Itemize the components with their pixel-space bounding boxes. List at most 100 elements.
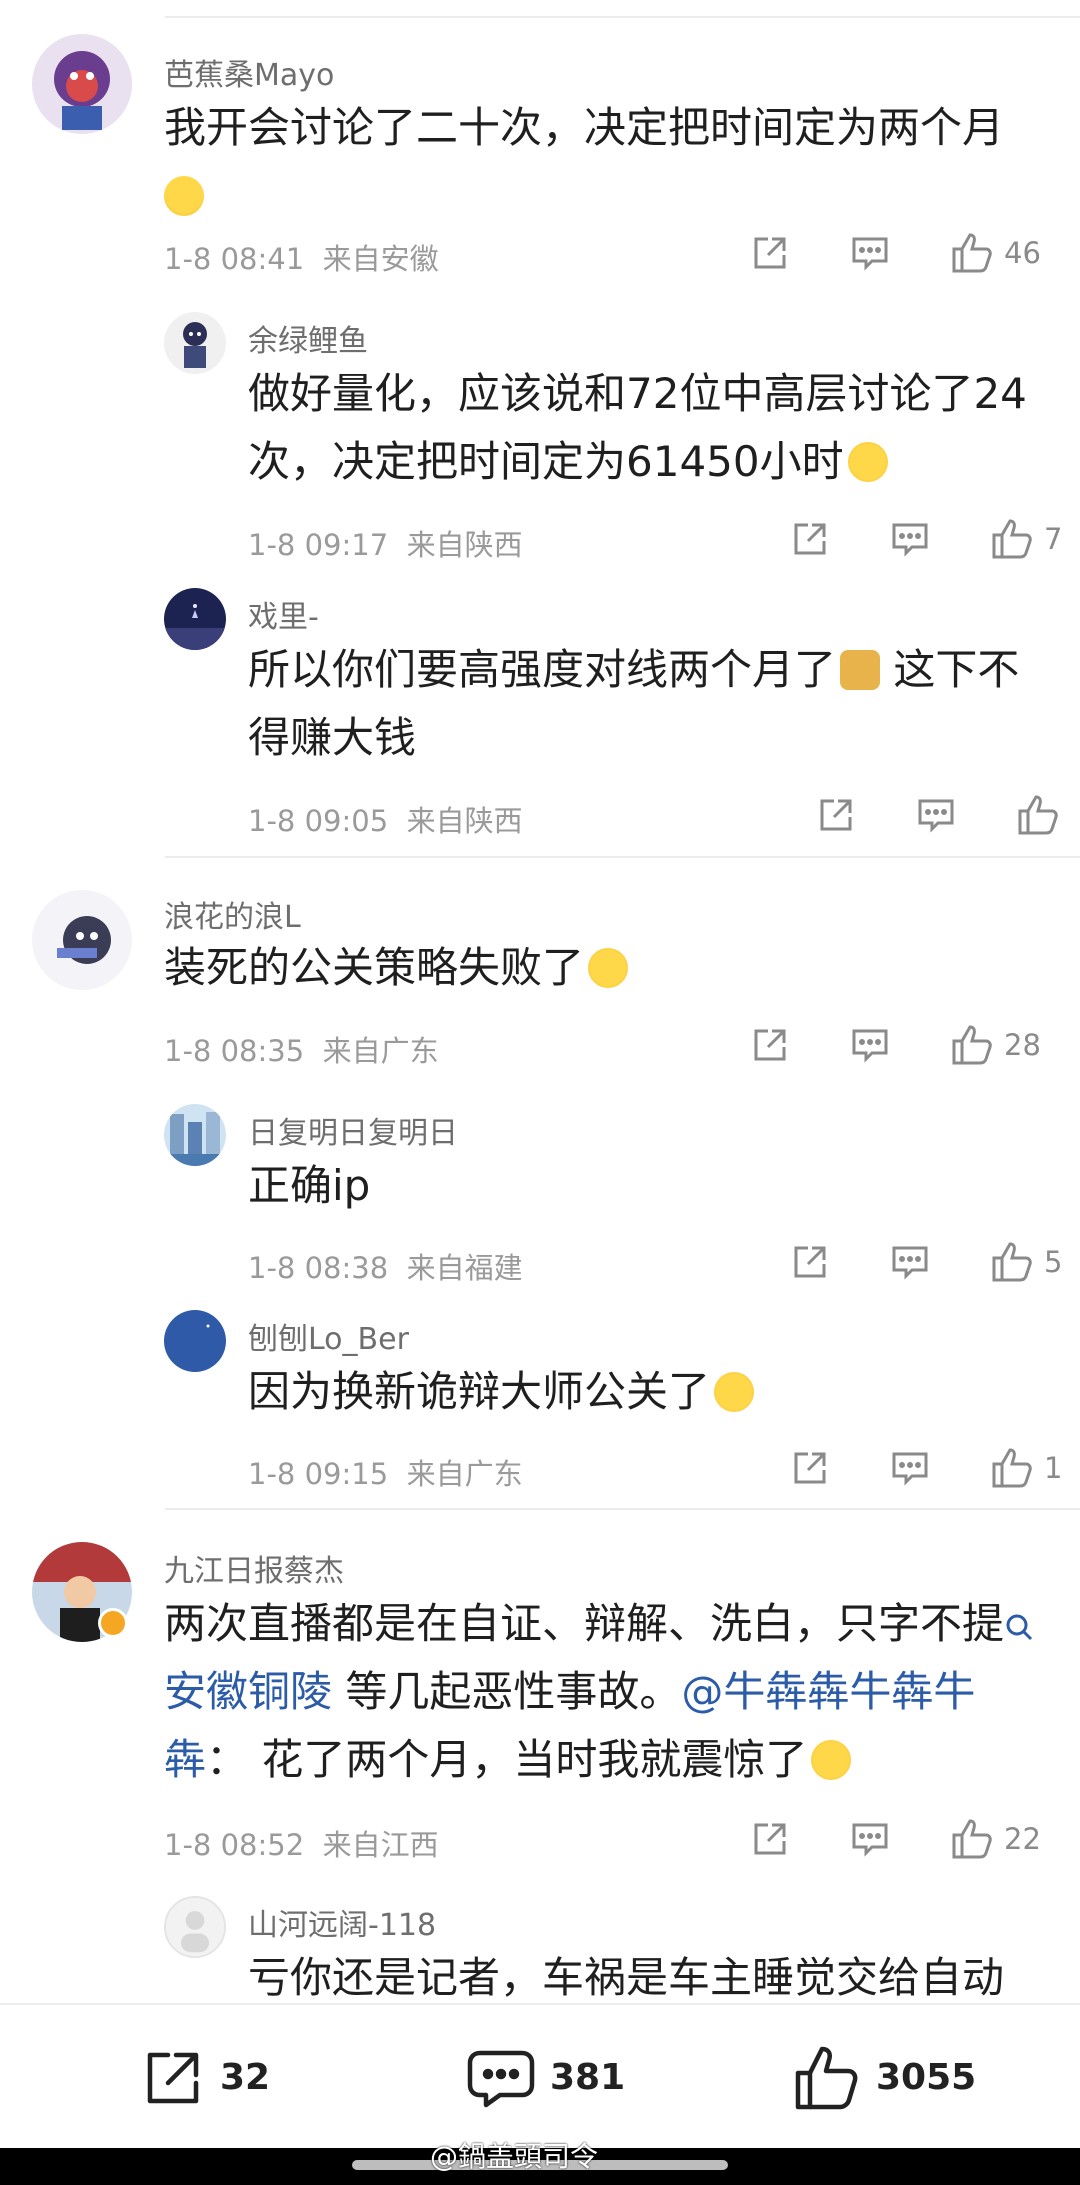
share-icon bbox=[794, 1246, 826, 1278]
comment-count: 381 bbox=[550, 2057, 626, 2098]
comment-location: 来自广东 bbox=[406, 1457, 523, 1491]
comment-text: 正确ip bbox=[248, 1161, 371, 1210]
like-count: 5 bbox=[1044, 1245, 1063, 1279]
like-count: 7 bbox=[1044, 522, 1063, 556]
share-count: 32 bbox=[220, 2057, 271, 2098]
share-button[interactable] bbox=[816, 790, 856, 840]
comment-meta: 1-8 08:52 来自江西 bbox=[164, 1822, 439, 1864]
avatar[interactable] bbox=[164, 1896, 226, 1958]
comment-icon bbox=[892, 523, 928, 557]
comment-icon bbox=[852, 1823, 888, 1857]
username[interactable]: 刨刨Lo_Ber bbox=[248, 1314, 409, 1358]
comment-text: 装死的公关策略失败了 bbox=[164, 934, 1044, 1002]
comment-location: 来自福建 bbox=[406, 1251, 523, 1285]
username[interactable]: 戏里- bbox=[248, 592, 319, 636]
like-button[interactable] bbox=[1016, 790, 1060, 840]
share-button[interactable] bbox=[750, 1814, 790, 1864]
share-button[interactable] bbox=[790, 1237, 830, 1287]
username[interactable]: 山河远阔-118 bbox=[248, 1900, 436, 1944]
comment-time: 1-8 09:05 bbox=[248, 804, 389, 838]
comment-location: 来自广东 bbox=[322, 1034, 439, 1068]
share-button[interactable] bbox=[750, 1020, 790, 1070]
username[interactable]: 浪花的浪L bbox=[164, 892, 301, 936]
comment-time: 1-8 09:17 bbox=[248, 528, 389, 562]
post-comment-button[interactable]: 381 bbox=[466, 2005, 625, 2150]
verified-badge-icon bbox=[98, 1608, 128, 1638]
comment-icon bbox=[467, 2050, 535, 2107]
comment-text: 因为换新诡辩大师公关了 bbox=[248, 1358, 1048, 1426]
post-like-button[interactable]: 3055 bbox=[792, 2005, 976, 2150]
like-button[interactable]: 1 bbox=[990, 1443, 1062, 1493]
comment-location: 来自陕西 bbox=[406, 804, 523, 838]
share-icon bbox=[794, 1452, 826, 1484]
comment-icon bbox=[892, 1452, 928, 1486]
comment-icon bbox=[918, 799, 954, 833]
comment-meta: 1-8 08:38 来自福建 bbox=[248, 1245, 523, 1287]
avatar[interactable] bbox=[32, 890, 132, 990]
username[interactable]: 余绿鲤鱼 bbox=[248, 316, 368, 360]
reply-button[interactable] bbox=[890, 1237, 930, 1287]
thumbs-up-icon bbox=[795, 2046, 858, 2109]
thumbs-up-icon bbox=[952, 1819, 992, 1859]
avatar[interactable] bbox=[164, 1104, 226, 1166]
pleading-emoji-icon bbox=[847, 442, 888, 482]
reply-button[interactable] bbox=[890, 514, 930, 564]
comment-icon bbox=[892, 1246, 928, 1280]
share-button[interactable] bbox=[790, 1443, 830, 1493]
like-button[interactable]: 28 bbox=[950, 1020, 1041, 1070]
comment-location: 来自陕西 bbox=[406, 528, 523, 562]
comment-text: 所以你们要高强度对线两个月了 这下不得赚大钱 bbox=[248, 645, 1020, 762]
comment-time: 1-8 09:15 bbox=[248, 1457, 389, 1491]
comment-time: 1-8 08:41 bbox=[164, 242, 305, 276]
bottom-action-bar: 32 381 3055 bbox=[0, 2003, 1080, 2148]
thumbs-up-icon bbox=[952, 1025, 992, 1065]
divider bbox=[165, 856, 1080, 858]
comment-actions: 46 bbox=[750, 228, 1080, 278]
share-icon bbox=[820, 799, 852, 831]
watermark: @鍋盖頭司令 bbox=[430, 2140, 599, 2173]
comment-time: 1-8 08:35 bbox=[164, 1034, 305, 1068]
share-icon bbox=[794, 523, 826, 555]
share-icon bbox=[754, 237, 786, 269]
thumbs-up-icon bbox=[992, 1448, 1032, 1488]
comment-meta: 1-8 09:17 来自陕西 bbox=[248, 522, 523, 564]
comment-actions: 28 bbox=[750, 1020, 1080, 1070]
smile-emoji-icon bbox=[714, 1372, 755, 1412]
reply-button[interactable] bbox=[890, 1443, 930, 1493]
reply-button[interactable] bbox=[850, 228, 890, 278]
username[interactable]: 日复明日复明日 bbox=[248, 1108, 458, 1152]
avatar[interactable] bbox=[164, 312, 226, 374]
reply-button[interactable] bbox=[850, 1020, 890, 1070]
comment-list[interactable]: 芭蕉桑Mayo 我开会讨论了二十次，决定把时间定为两个月 1-8 08:41 来… bbox=[0, 0, 1080, 2003]
like-count: 22 bbox=[1004, 1822, 1041, 1856]
comment-time: 1-8 08:52 bbox=[164, 1828, 305, 1862]
share-icon bbox=[147, 2052, 199, 2103]
comment-meta: 1-8 08:35 来自广东 bbox=[164, 1028, 439, 1070]
like-button[interactable]: 7 bbox=[990, 514, 1062, 564]
reply-button[interactable] bbox=[850, 1814, 890, 1864]
username[interactable]: 芭蕉桑Mayo bbox=[164, 50, 334, 94]
avatar[interactable] bbox=[164, 588, 226, 650]
reply-button[interactable] bbox=[916, 790, 956, 840]
comment-icon bbox=[852, 237, 888, 271]
thumbs-up-icon bbox=[992, 519, 1032, 559]
avatar[interactable] bbox=[32, 34, 132, 134]
like-button[interactable]: 5 bbox=[990, 1237, 1062, 1287]
comment-text: 我开会讨论了二十次，决定把时间定为两个月 bbox=[164, 94, 1044, 230]
avatar[interactable] bbox=[164, 1310, 226, 1372]
comment-meta: 1-8 09:15 来自广东 bbox=[248, 1451, 523, 1493]
like-button[interactable]: 46 bbox=[950, 228, 1041, 278]
comment-actions bbox=[816, 790, 1080, 840]
share-button[interactable] bbox=[790, 514, 830, 564]
search-icon bbox=[1006, 1614, 1033, 1641]
comment-text: 亏你还是记者，车祸是车主睡觉交给自动 bbox=[248, 1953, 1005, 2002]
like-count: 28 bbox=[1004, 1028, 1041, 1062]
post-share-button[interactable]: 32 bbox=[140, 2005, 270, 2150]
doge-emoji-icon bbox=[840, 650, 881, 690]
username[interactable]: 九江日报蔡杰 bbox=[164, 1546, 344, 1590]
divider bbox=[165, 1508, 1080, 1510]
share-button[interactable] bbox=[750, 228, 790, 278]
divider bbox=[165, 16, 1080, 18]
comment-meta: 1-8 08:41 来自安徽 bbox=[164, 236, 439, 278]
like-button[interactable]: 22 bbox=[950, 1814, 1041, 1864]
